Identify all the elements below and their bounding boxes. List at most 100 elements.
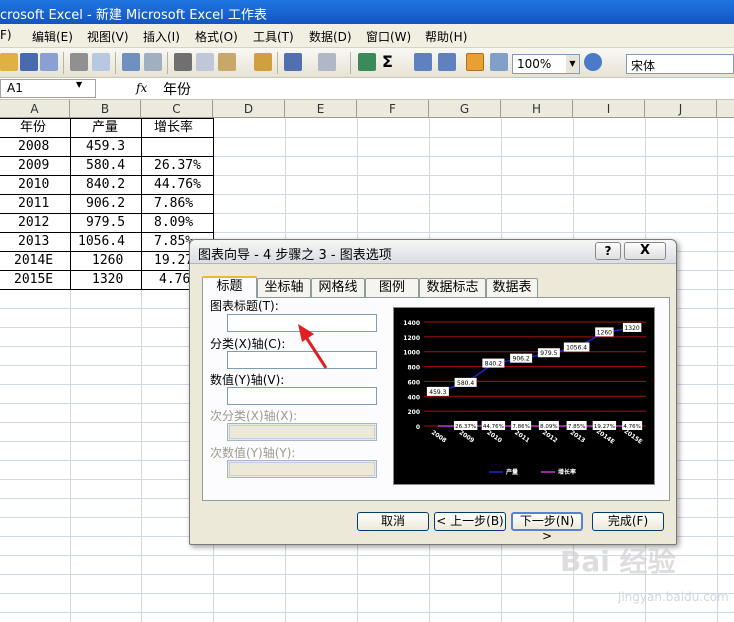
- redo-icon[interactable]: [318, 53, 336, 71]
- column-header-c[interactable]: C: [141, 100, 213, 118]
- formula-input[interactable]: 年份: [163, 79, 191, 99]
- menu-view[interactable]: 视图(V): [87, 28, 129, 45]
- cell-a1[interactable]: 年份: [16, 118, 50, 137]
- cell-a4[interactable]: 2010: [14, 175, 53, 194]
- research-icon[interactable]: [144, 53, 162, 71]
- menu-window[interactable]: 窗口(W): [366, 28, 411, 45]
- sort-ascending-icon[interactable]: [414, 53, 432, 71]
- cancel-button[interactable]: 取消: [357, 512, 429, 531]
- cell-c2[interactable]: [150, 137, 158, 156]
- column-header-h[interactable]: H: [501, 100, 573, 118]
- x-tick-label: 2008: [430, 429, 448, 444]
- tab-titles[interactable]: 标题: [202, 276, 257, 298]
- print-icon[interactable]: [70, 53, 88, 71]
- autosum-icon[interactable]: Σ: [382, 53, 400, 71]
- menu-tools[interactable]: 工具(T): [253, 28, 294, 45]
- cell-a5[interactable]: 2011: [14, 194, 53, 213]
- menu-edit[interactable]: 编辑(E): [32, 28, 73, 45]
- cell-c4[interactable]: 44.76%: [150, 175, 205, 194]
- cell-b4[interactable]: 840.2: [82, 175, 129, 194]
- font-select[interactable]: 宋体: [626, 54, 734, 74]
- dialog-title-bar[interactable]: 图表向导 - 4 步骤之 3 - 图表选项 ? X: [190, 240, 676, 264]
- cell-b6[interactable]: 979.5: [82, 213, 129, 232]
- secondary-category-axis-label: 次分类(X)轴(X):: [210, 409, 298, 423]
- cell-b2[interactable]: 459.3: [82, 137, 129, 156]
- menu-data[interactable]: 数据(D): [309, 28, 352, 45]
- toolbar-separator: [115, 52, 116, 74]
- data-label: 7.85%: [568, 424, 585, 430]
- data-label: 8.09%: [540, 424, 557, 430]
- x-tick-label: 2011: [513, 429, 531, 444]
- drawing-icon[interactable]: [490, 53, 508, 71]
- category-axis-label: 分类(X)轴(C):: [210, 337, 286, 351]
- cell-b7[interactable]: 1056.4: [74, 232, 129, 251]
- spelling-icon[interactable]: [122, 53, 140, 71]
- help-icon[interactable]: [584, 53, 602, 71]
- toolbar-separator: [63, 52, 64, 74]
- cell-b9[interactable]: 1320: [88, 270, 127, 289]
- legend-label: 增长率: [558, 468, 576, 476]
- toolbar-separator: [350, 52, 351, 74]
- toolbar-separator: [167, 52, 168, 74]
- tab-legend[interactable]: 图例: [365, 278, 419, 297]
- column-header-e[interactable]: E: [285, 100, 357, 118]
- menu-insert[interactable]: 插入(I): [143, 28, 180, 45]
- chart-wizard-icon[interactable]: [466, 53, 484, 71]
- tab-axes[interactable]: 坐标轴: [257, 278, 311, 297]
- column-header-g[interactable]: G: [429, 100, 501, 118]
- cell-a3[interactable]: 2009: [14, 156, 53, 175]
- cell-c6[interactable]: 8.09%: [150, 213, 197, 232]
- cell-c3[interactable]: 26.37%: [150, 156, 205, 175]
- tab-gridlines[interactable]: 网格线: [311, 278, 365, 297]
- help-button[interactable]: ?: [595, 242, 621, 260]
- cell-b1[interactable]: 产量: [88, 118, 122, 137]
- fx-icon[interactable]: fx: [136, 81, 147, 95]
- cell-a2[interactable]: 2008: [14, 137, 53, 156]
- finish-button[interactable]: 完成(F): [592, 512, 664, 531]
- back-button[interactable]: < 上一步(B): [434, 512, 506, 531]
- permission-icon[interactable]: [40, 53, 58, 71]
- chevron-down-icon[interactable]: ▼: [76, 80, 82, 89]
- cell-a7[interactable]: 2013: [14, 232, 53, 251]
- hyperlink-icon[interactable]: [358, 53, 376, 71]
- y-tick-label: 200: [407, 409, 420, 416]
- undo-icon[interactable]: [284, 53, 302, 71]
- cell-a9[interactable]: 2015E: [10, 270, 57, 289]
- next-button[interactable]: 下一步(N) >: [511, 512, 583, 543]
- column-header-i[interactable]: I: [573, 100, 645, 118]
- legend-label: 产量: [506, 468, 518, 476]
- print-preview-icon[interactable]: [92, 53, 110, 71]
- cell-c5[interactable]: 7.86%: [150, 194, 197, 213]
- menu-help[interactable]: 帮助(H): [425, 28, 467, 45]
- format-painter-icon[interactable]: [254, 53, 272, 71]
- cell-b5[interactable]: 906.2: [82, 194, 129, 213]
- x-tick-label: 2015E: [622, 428, 643, 446]
- close-button[interactable]: X: [624, 242, 666, 260]
- copy-icon[interactable]: [196, 53, 214, 71]
- column-header-b[interactable]: B: [70, 100, 141, 118]
- column-header-a[interactable]: A: [0, 100, 70, 118]
- chevron-down-icon[interactable]: ▼: [566, 55, 579, 73]
- column-header-d[interactable]: D: [213, 100, 285, 118]
- cell-c1[interactable]: 增长率: [150, 118, 197, 137]
- cut-icon[interactable]: [174, 53, 192, 71]
- y-tick-label: 600: [407, 379, 420, 386]
- tab-data-labels[interactable]: 数据标志: [419, 278, 486, 297]
- cell-b8[interactable]: 1260: [88, 251, 127, 270]
- open-icon[interactable]: [0, 53, 18, 71]
- cell-b3[interactable]: 580.4: [82, 156, 129, 175]
- sort-descending-icon[interactable]: [438, 53, 456, 71]
- save-icon[interactable]: [20, 53, 38, 71]
- menu-format[interactable]: 格式(O): [195, 28, 238, 45]
- paste-icon[interactable]: [218, 53, 236, 71]
- column-header-f[interactable]: F: [357, 100, 429, 118]
- cell-a8[interactable]: 2014E: [10, 251, 57, 270]
- value-axis-input[interactable]: [227, 387, 377, 405]
- column-header-j[interactable]: J: [645, 100, 717, 118]
- y-tick-label: 1000: [403, 350, 420, 357]
- menu-file[interactable]: F): [0, 28, 12, 42]
- zoom-select[interactable]: 100% ▼: [512, 54, 580, 74]
- tab-data-table[interactable]: 数据表: [486, 278, 538, 297]
- cell-a6[interactable]: 2012: [14, 213, 53, 232]
- data-label: 1056.4: [566, 345, 587, 352]
